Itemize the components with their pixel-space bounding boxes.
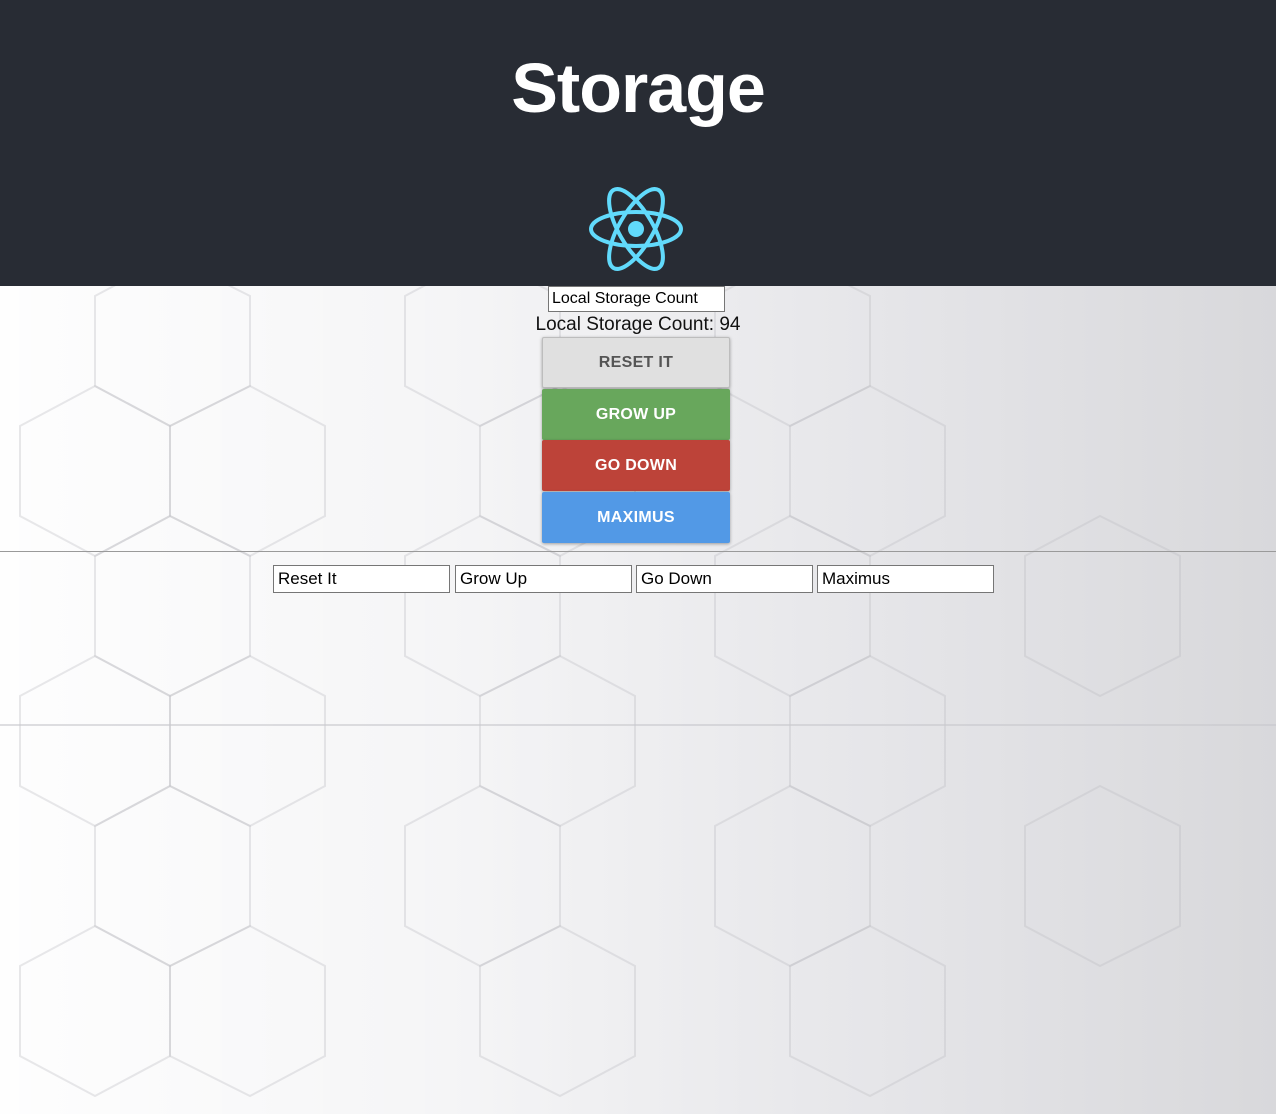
- section-divider: [0, 724, 1276, 726]
- maximus-field[interactable]: [817, 565, 994, 593]
- app-header: Storage: [0, 0, 1276, 286]
- maximus-button[interactable]: MAXIMUS: [542, 492, 730, 543]
- react-atom-icon: [589, 187, 683, 271]
- divider: [0, 551, 1276, 552]
- reset-button[interactable]: RESET IT: [542, 337, 730, 388]
- count-label-input[interactable]: [548, 286, 725, 312]
- go-down-field[interactable]: [636, 565, 813, 593]
- grow-up-field[interactable]: [455, 565, 632, 593]
- page-title: Storage: [511, 49, 766, 127]
- grow-up-button[interactable]: GROW UP: [542, 389, 730, 440]
- go-down-button[interactable]: GO DOWN: [542, 440, 730, 491]
- local-storage-count: Local Storage Count: 94: [535, 314, 741, 335]
- reset-it-field[interactable]: [273, 565, 450, 593]
